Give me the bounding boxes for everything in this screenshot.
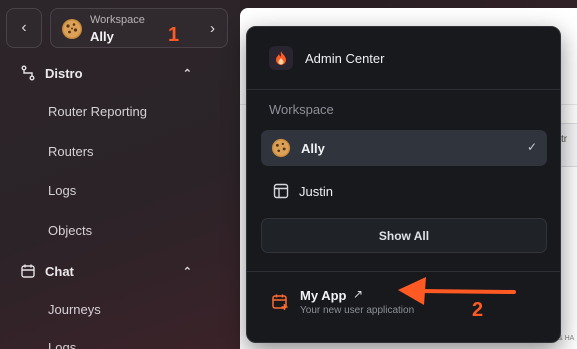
workspace-option-label: Justin — [299, 183, 333, 199]
my-app-link[interactable]: My App ↗ Your new user application — [269, 287, 469, 321]
external-arrow-icon: ↗ — [353, 287, 364, 301]
sidebar-item-routers[interactable]: Routers — [48, 144, 94, 159]
chevron-left-icon: ‹ — [21, 19, 27, 36]
workspace-switcher-label: Workspace — [90, 14, 145, 26]
annotation-step-1: 1 — [168, 24, 180, 46]
my-app-subtitle: Your new user application — [300, 305, 415, 316]
workspace-option-ally[interactable]: Ally ✓ — [261, 130, 547, 166]
sidebar-item-router-reporting[interactable]: Router Reporting — [48, 104, 147, 119]
route-icon — [21, 65, 35, 81]
cookie-icon — [62, 19, 82, 39]
calendar-icon — [21, 264, 35, 278]
flame-icon — [269, 46, 293, 70]
sidebar-item-journeys[interactable]: Journeys — [48, 302, 101, 317]
admin-center-link[interactable]: Admin Center — [269, 46, 384, 70]
workspace-option-justin[interactable]: Justin — [261, 173, 547, 209]
dropdown-divider — [247, 271, 560, 272]
layout-icon — [273, 183, 289, 199]
sidebar-section-chat[interactable]: Chat ⌃ — [20, 261, 220, 281]
chevron-up-icon[interactable]: ⌃ — [183, 67, 192, 80]
sidebar-section-label: Distro — [45, 65, 83, 81]
sidebar-item-logs-chat[interactable]: Logs — [48, 340, 76, 349]
annotation-step-2: 2 — [472, 299, 484, 321]
workspace-switcher-name: Ally — [90, 29, 114, 44]
calendar-plus-icon — [272, 294, 288, 310]
sidebar: ‹ Workspace Ally › Distro ⌃ Router Repor… — [0, 0, 240, 349]
back-button[interactable]: ‹ — [6, 8, 42, 48]
workspace-heading: Workspace — [269, 102, 334, 117]
show-all-button[interactable]: Show All — [261, 218, 547, 253]
sidebar-section-distro[interactable]: Distro ⌃ — [20, 63, 220, 83]
chevron-right-icon: › — [210, 20, 215, 37]
my-app-title: My App — [300, 288, 347, 303]
cookie-icon — [271, 138, 291, 158]
chevron-up-icon[interactable]: ⌃ — [183, 265, 192, 278]
workspace-dropdown: Admin Center Workspace Ally ✓ Justin Sho… — [246, 26, 561, 343]
dropdown-divider — [247, 89, 560, 90]
admin-center-label: Admin Center — [305, 50, 385, 66]
sidebar-section-label: Chat — [45, 263, 74, 279]
sidebar-item-logs[interactable]: Logs — [48, 183, 76, 198]
workspace-switcher[interactable]: Workspace Ally › — [50, 8, 228, 48]
sidebar-item-objects[interactable]: Objects — [48, 223, 92, 238]
workspace-option-label: Ally — [301, 140, 325, 156]
checkmark-icon: ✓ — [526, 140, 537, 154]
